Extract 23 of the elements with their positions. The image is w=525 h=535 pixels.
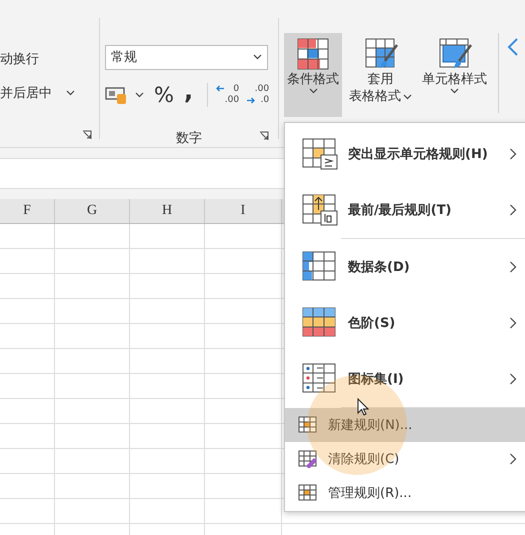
ribbon-button[interactable]: 套用 表格格式 [346, 33, 415, 117]
comma-style-button[interactable]: , [184, 78, 194, 103]
number-format-dropdown[interactable]: 常规 [105, 45, 268, 70]
column-header[interactable]: F [0, 199, 55, 223]
menu-item[interactable]: 数据条(D) [285, 239, 525, 295]
decrease-decimal-button[interactable]: .00 .0 [246, 82, 270, 108]
increase-decimal-button[interactable]: 0 .00 [216, 82, 240, 108]
column-header[interactable]: I [205, 199, 282, 223]
group-label: 数字 [176, 131, 202, 146]
ribbon-button[interactable]: 条件格式 [284, 33, 342, 117]
wrap-text-button[interactable]: 动换行 [0, 50, 94, 68]
menu-item[interactable]: 管理规则(R)... [285, 476, 525, 510]
menu-item[interactable]: 图标集(I) [285, 351, 525, 407]
column-header[interactable]: H [130, 199, 205, 223]
column-header[interactable]: G [55, 199, 130, 223]
menu-item[interactable]: 色阶(S) [285, 295, 525, 351]
menu-item[interactable]: 新建规则(N)... [285, 408, 525, 442]
menu-item[interactable]: 突出显示单元格规则(H) [285, 126, 525, 182]
menu-item[interactable]: 清除规则(C) [285, 442, 525, 476]
menu-item[interactable]: 最前/最后规则(T) [285, 182, 525, 238]
ribbon-button[interactable]: 单元格样式 [419, 33, 490, 117]
merge-center-button[interactable]: 并后居中 [0, 84, 52, 102]
percent-button[interactable]: % [154, 82, 174, 107]
